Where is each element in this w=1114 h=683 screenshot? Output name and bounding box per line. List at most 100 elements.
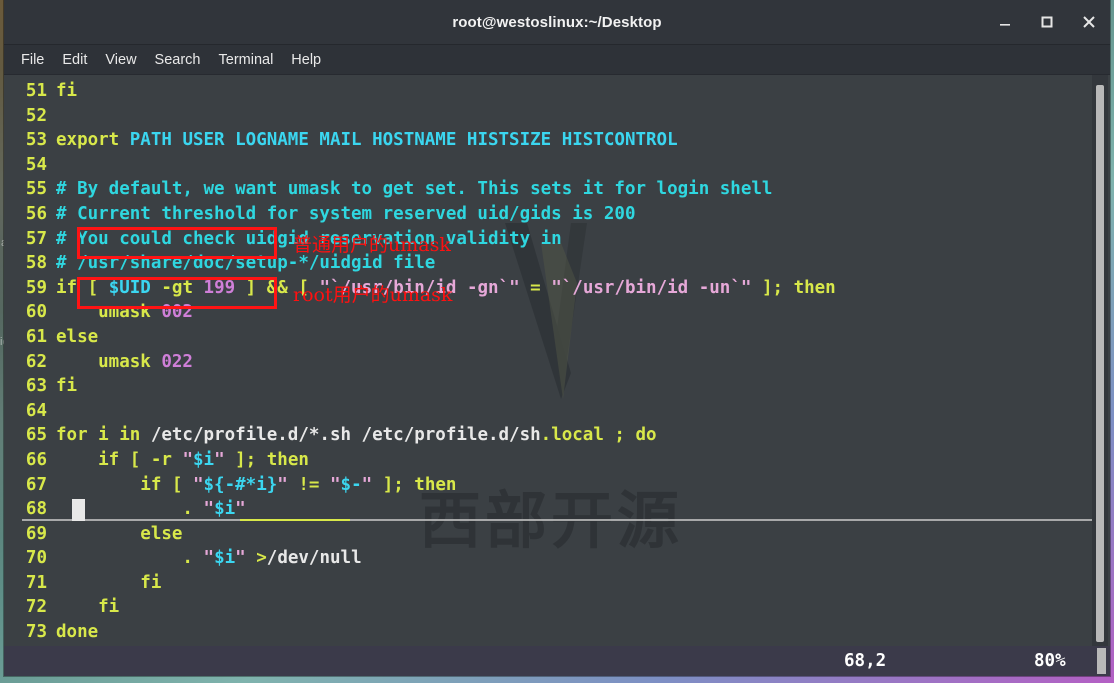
maximize-button[interactable]	[1036, 11, 1058, 33]
line-number: 65	[25, 425, 47, 446]
line-number: 71	[25, 572, 47, 593]
terminal-body[interactable]: 西部开源 51 fi 52 53 export PATH USER LOGNAME MA…	[4, 75, 1110, 646]
desktop-background: ash ioslir root@westoslinux:~/Desktop	[0, 0, 1114, 683]
code-line-text: # By default, we want umask to get set. …	[56, 179, 772, 199]
code-token: umask	[56, 302, 162, 323]
line-number: 56	[25, 203, 47, 224]
code-line: 59 if [ $UID -gt 199 ] && [ "`/usr/bin/id…	[4, 276, 1110, 301]
window-titlebar[interactable]: root@westoslinux:~/Desktop	[4, 0, 1110, 45]
scrollbar-thumb[interactable]	[1096, 85, 1104, 642]
code-token: fi	[56, 81, 78, 101]
menu-item-help[interactable]: Help	[282, 50, 330, 70]
code-line: 72 fi	[4, 595, 1110, 620]
code-token: /dev/null	[266, 548, 362, 569]
annotation-label-normal-user: 普通用户的umask	[293, 234, 451, 256]
line-number: 59	[25, 277, 47, 298]
text-cursor	[72, 499, 85, 522]
code-token: ]; then	[751, 277, 836, 298]
code-line: 51 fi	[4, 79, 1110, 104]
code-line-text: else	[56, 327, 98, 347]
terminal-scrollbar[interactable]	[1092, 75, 1108, 646]
code-token: "	[235, 499, 246, 520]
code-line: 57 # You could check uidgid reservation v…	[4, 227, 1110, 252]
code-token: for i in	[56, 425, 151, 446]
code-line: 64	[4, 399, 1110, 424]
code-line-text: fi	[56, 376, 77, 396]
code-line-text: umask 002	[56, 302, 193, 322]
code-token: "	[277, 474, 288, 495]
code-token: "	[203, 548, 215, 569]
line-number: 66	[25, 449, 47, 470]
statusline-scrollbar-cap	[1097, 648, 1106, 674]
line-number: 54	[25, 154, 47, 175]
code-token: 002	[161, 302, 193, 323]
code-line: 62 umask 022	[4, 350, 1110, 375]
code-token: "	[203, 499, 215, 520]
line-number: 70	[25, 548, 47, 569]
cursorline-underline-highlight	[240, 518, 350, 521]
code-token: 022	[161, 351, 193, 372]
code-token: "	[329, 474, 341, 495]
code-token: "`/usr/bin/id -un`"	[551, 277, 752, 298]
code-token: -gt	[150, 277, 204, 298]
code-line-text: fi	[56, 597, 119, 617]
code-token: .local	[540, 425, 615, 446]
code-token: if [	[56, 277, 109, 298]
code-token: fi	[56, 597, 120, 618]
code-token: $i	[192, 449, 215, 470]
line-number: 69	[25, 523, 47, 544]
code-token: .	[56, 548, 204, 569]
window-controls	[994, 0, 1100, 44]
code-token: export	[56, 130, 130, 151]
menu-item-edit[interactable]: Edit	[53, 50, 96, 70]
code-line-text: else	[56, 524, 182, 544]
code-line: 53 export PATH USER LOGNAME MAIL HOSTNAME…	[4, 128, 1110, 153]
line-number: 67	[25, 474, 47, 495]
code-token: else	[56, 326, 99, 347]
code-token: ]; then	[224, 449, 309, 470]
vim-statusline: 68,2 80%	[4, 646, 1110, 676]
code-line-text: fi	[56, 81, 77, 101]
menu-item-view[interactable]: View	[96, 50, 145, 70]
code-token: else	[56, 523, 183, 544]
code-token: if [	[56, 474, 193, 495]
close-button[interactable]	[1078, 11, 1100, 33]
code-line-text: . "$i" >/dev/null	[56, 548, 362, 569]
code-token: "	[361, 474, 373, 495]
code-token: umask	[56, 351, 162, 372]
cursorline-underline	[22, 518, 1104, 521]
code-line-text: if [ -r "$i" ]; then	[56, 450, 309, 470]
cursor-position-indicator: 68,2	[844, 651, 887, 671]
code-line-text: if [ "${-#*i}" != "$-" ]; then	[56, 475, 456, 495]
code-line-text: export PATH USER LOGNAME MAIL HOSTNAME H…	[56, 130, 678, 150]
menu-item-file[interactable]: File	[12, 50, 53, 70]
line-number: 73	[25, 622, 47, 643]
line-number: 57	[25, 228, 47, 249]
code-line: 56 # Current threshold for system reserve…	[4, 202, 1110, 227]
line-number: 62	[25, 351, 47, 372]
code-area[interactable]: 51 fi 52 53 export PATH USER LOGNAME MAIL HO…	[4, 75, 1110, 645]
menu-item-search[interactable]: Search	[146, 50, 210, 70]
code-token: 199	[203, 277, 236, 298]
line-number: 72	[25, 597, 47, 618]
menu-item-terminal[interactable]: Terminal	[210, 50, 283, 70]
code-line: 70 . "$i" >/dev/null	[4, 546, 1110, 571]
code-line-text: umask 022	[56, 352, 193, 372]
line-number: 51	[25, 81, 47, 101]
code-line: 60 umask 002	[4, 300, 1110, 325]
menubar: File Edit View Search Terminal Help	[4, 45, 1110, 75]
code-token: fi	[56, 572, 162, 593]
line-number: 63	[25, 376, 47, 397]
code-line: 63 fi	[4, 374, 1110, 399]
code-line: 61 else	[4, 325, 1110, 350]
code-token: fi	[56, 376, 78, 397]
code-line-text: for i in /etc/profile.d/*.sh /etc/profil…	[56, 425, 657, 445]
code-token: "	[214, 449, 225, 470]
code-line-text: # Current threshold for system reserved …	[56, 204, 635, 224]
code-line: 58 # /usr/share/doc/setup-*/uidgid file	[4, 251, 1110, 276]
minimize-button[interactable]	[994, 11, 1016, 33]
code-token: $-	[340, 474, 362, 495]
line-number: 61	[25, 326, 47, 347]
code-line-text: done	[56, 622, 98, 642]
